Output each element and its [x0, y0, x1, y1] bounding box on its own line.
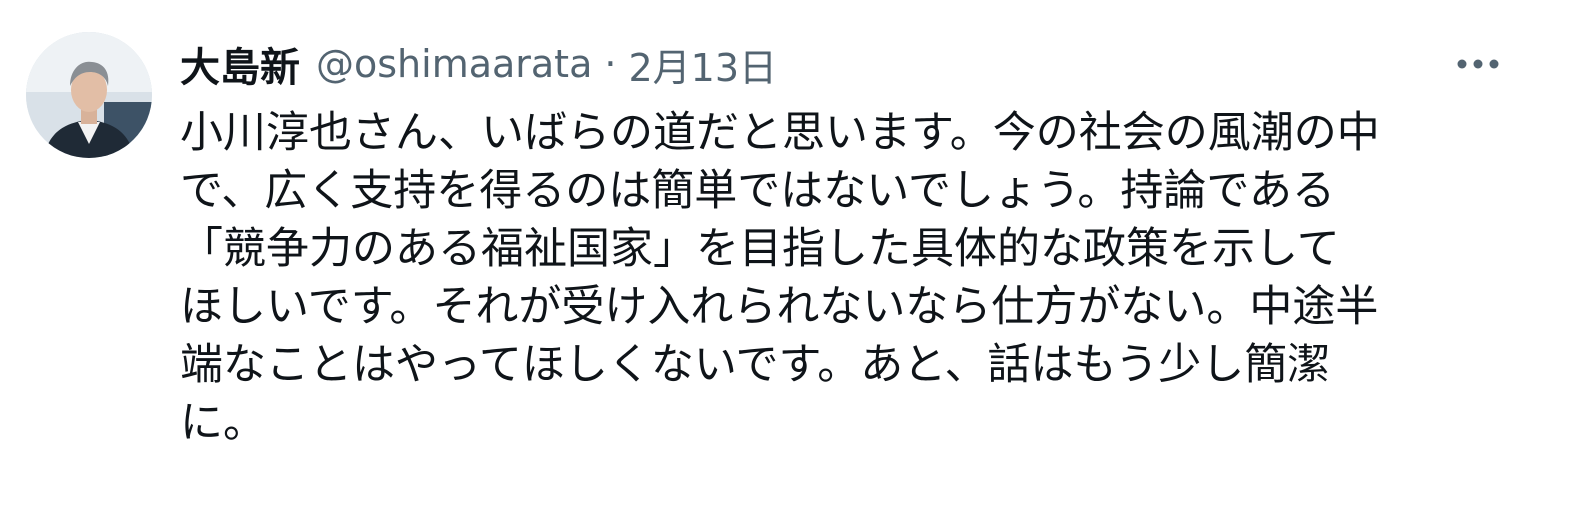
tweet-text-line: 「競争力のある福祉国家」を目指した具体的な政策を示して	[180, 224, 1340, 274]
author-handle[interactable]: @oshimaarata	[316, 42, 592, 86]
tweet-text: 小川淳也さん、いばらの道だと思います。今の社会の風潮の中 で、広く支持を得るのは…	[180, 104, 1510, 452]
tweet-date[interactable]: 2月13日	[628, 37, 777, 92]
more-options-button[interactable]	[1450, 44, 1506, 84]
tweet[interactable]: 大島新 @oshimaarata · 2月13日 小川淳也さん、いばらの道だと思…	[0, 0, 1582, 532]
tweet-header: 大島新 @oshimaarata · 2月13日	[180, 36, 777, 92]
more-horizontal-icon	[1457, 59, 1499, 69]
tweet-text-line: に。	[180, 398, 266, 448]
profile-photo-icon	[26, 32, 152, 158]
tweet-text-line: 端なことはやってほしくないです。あと、話はもう少し簡潔	[180, 340, 1331, 390]
author-display-name[interactable]: 大島新	[180, 35, 300, 93]
author-avatar[interactable]	[26, 32, 152, 158]
tweet-text-line: ほしいです。それが受け入れられないなら仕方がない。中途半	[180, 282, 1379, 332]
tweet-text-line: で、広く支持を得るのは簡単ではないでしょう。持論である	[180, 166, 1335, 216]
header-separator: ·	[604, 42, 617, 86]
tweet-text-line: 小川淳也さん、いばらの道だと思います。今の社会の風潮の中	[180, 108, 1380, 158]
